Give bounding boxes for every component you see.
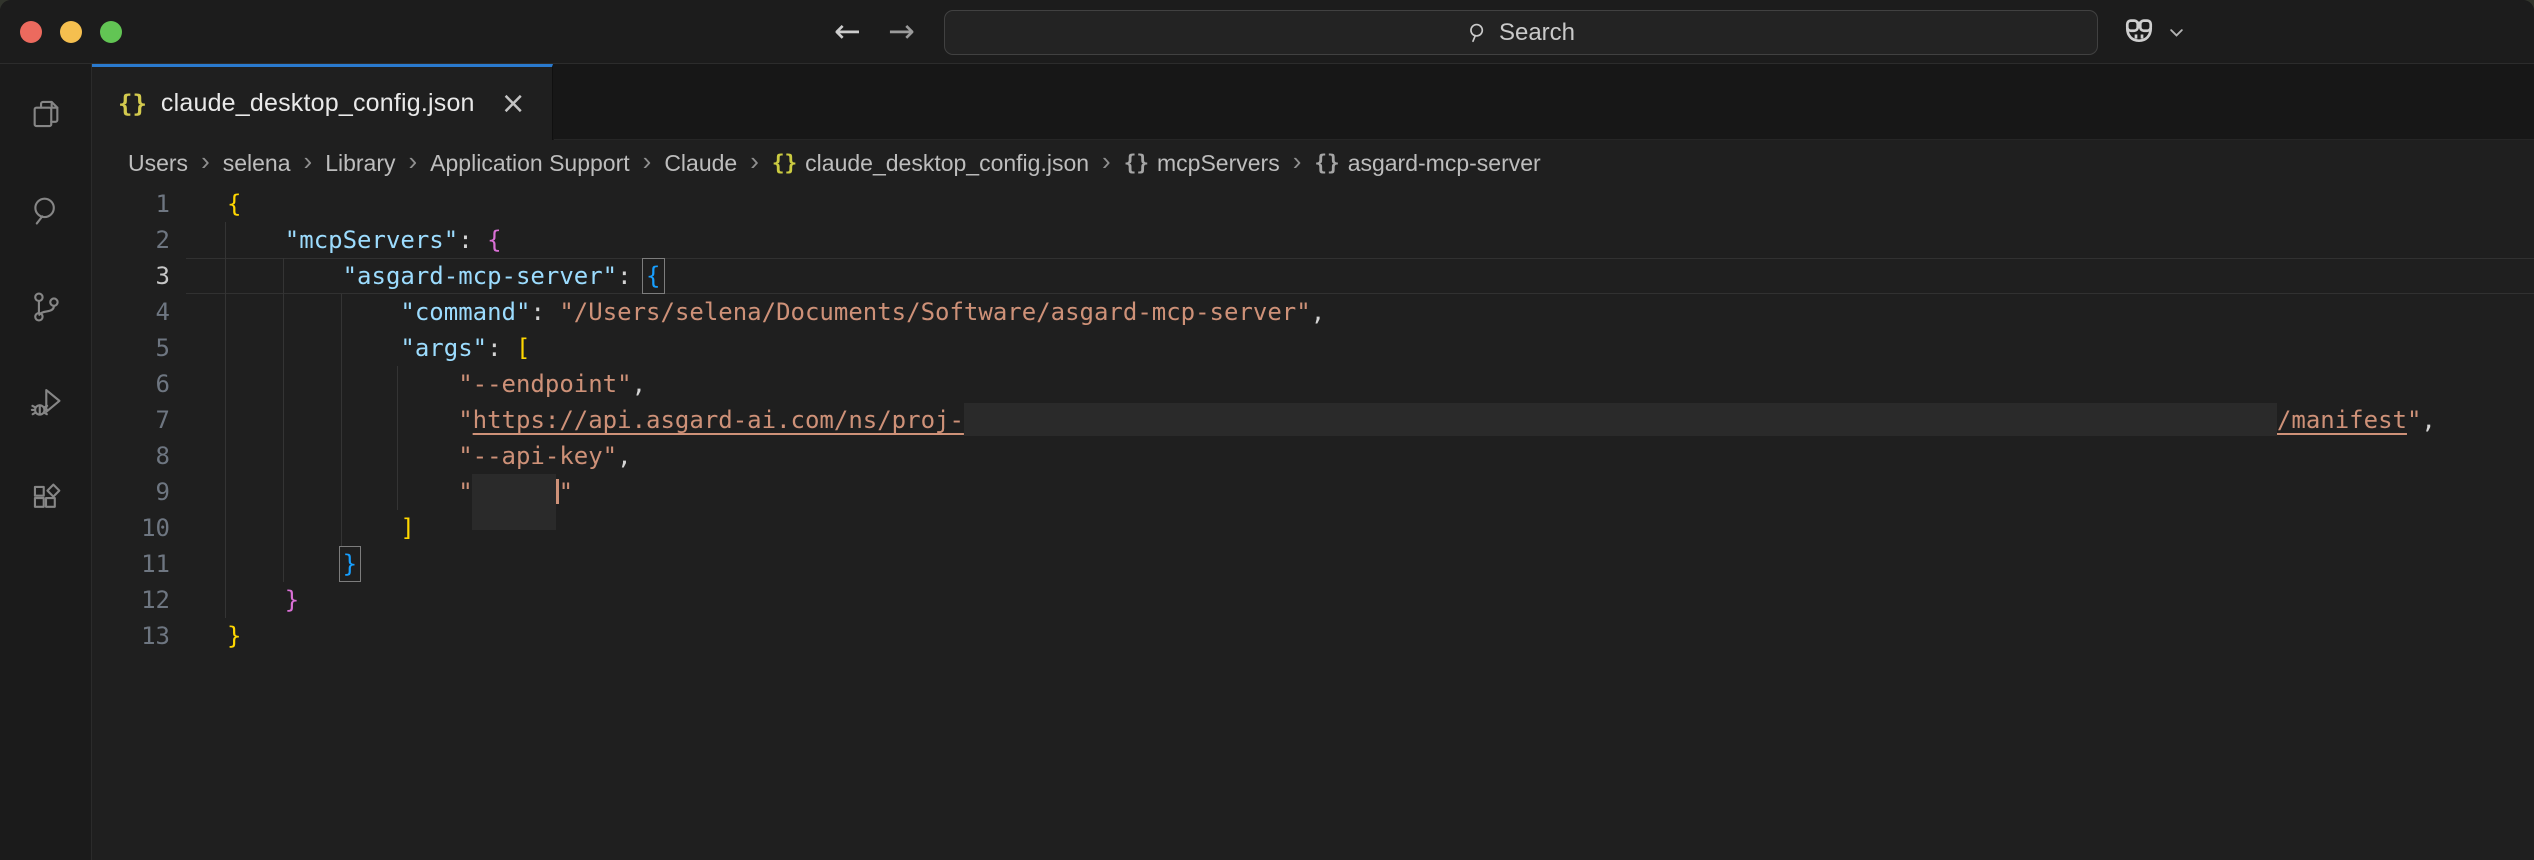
code-editor[interactable]: 1{2 "mcpServers": {3 "asgard-mcp-server"… bbox=[92, 186, 2534, 860]
copilot-icon bbox=[2120, 13, 2158, 51]
code-text: "command": "/Users/selena/Documents/Soft… bbox=[227, 294, 1325, 330]
breadcrumb-label: selena bbox=[223, 150, 291, 177]
code-line[interactable]: 8 "--api-key", bbox=[92, 438, 2534, 474]
braces-icon: {} bbox=[1124, 151, 1149, 175]
breadcrumb-label: Users bbox=[128, 150, 188, 177]
line-number: 1 bbox=[92, 186, 170, 222]
line-number: 8 bbox=[92, 438, 170, 474]
line-number: 11 bbox=[92, 546, 170, 582]
line-number: 2 bbox=[92, 222, 170, 258]
breadcrumb-item[interactable]: Claude bbox=[664, 150, 737, 177]
code-text: ] bbox=[227, 510, 415, 546]
breadcrumb-label: asgard-mcp-server bbox=[1348, 150, 1541, 177]
copilot-menu[interactable] bbox=[2120, 12, 2186, 52]
code-line[interactable]: 6 "--endpoint", bbox=[92, 366, 2534, 402]
breadcrumb-label: Application Support bbox=[430, 150, 629, 177]
code-text: "--api-key", bbox=[227, 438, 632, 474]
titlebar: ← → Search bbox=[0, 0, 2534, 64]
breadcrumb-item[interactable]: selena bbox=[223, 150, 291, 177]
line-number: 6 bbox=[92, 366, 170, 402]
braces-icon: {} bbox=[772, 151, 797, 175]
line-number: 5 bbox=[92, 330, 170, 366]
breadcrumb-label: mcpServers bbox=[1157, 150, 1280, 177]
window-controls bbox=[20, 21, 122, 43]
breadcrumb-separator-icon: › bbox=[201, 148, 210, 178]
breadcrumb-separator-icon: › bbox=[750, 148, 759, 178]
sidebar-item-explorer[interactable] bbox=[0, 66, 92, 162]
code-text: } bbox=[227, 582, 299, 618]
breadcrumb-separator-icon: › bbox=[304, 148, 313, 178]
breadcrumb-label: Claude bbox=[664, 150, 737, 177]
breadcrumb-separator-icon: › bbox=[643, 148, 652, 178]
sidebar-item-source-control[interactable] bbox=[0, 258, 92, 354]
chevron-down-icon bbox=[2167, 23, 2186, 42]
vscode-window: ← → Search bbox=[0, 0, 2534, 860]
code-line[interactable]: 10 ] bbox=[92, 510, 2534, 546]
line-number: 7 bbox=[92, 402, 170, 438]
breadcrumb-item[interactable]: {} claude_desktop_config.json bbox=[772, 150, 1089, 177]
code-text: "--endpoint", bbox=[227, 366, 646, 402]
files-icon bbox=[29, 97, 63, 131]
breadcrumb-item[interactable]: Application Support bbox=[430, 150, 629, 177]
breadcrumb-label: Library bbox=[325, 150, 395, 177]
search-icon bbox=[1467, 22, 1489, 44]
braces-icon: {} bbox=[1314, 151, 1339, 175]
code-text: "asgard-mcp-server": { bbox=[227, 258, 661, 294]
extensions-icon bbox=[29, 481, 63, 515]
activity-bar bbox=[0, 64, 92, 860]
zoom-window-button[interactable] bbox=[100, 21, 122, 43]
command-center-search[interactable]: Search bbox=[944, 10, 2098, 55]
breadcrumb-item[interactable]: Users bbox=[128, 150, 188, 177]
line-number: 12 bbox=[92, 582, 170, 618]
code-text: } bbox=[227, 618, 241, 654]
breadcrumb-separator-icon: › bbox=[1293, 148, 1302, 178]
code-line[interactable]: 11 } bbox=[92, 546, 2534, 582]
tab-bar: {} claude_desktop_config.json × bbox=[92, 64, 2534, 140]
line-number: 13 bbox=[92, 618, 170, 654]
breadcrumb-separator-icon: › bbox=[1102, 148, 1111, 178]
code-text: { bbox=[227, 186, 241, 222]
line-number: 4 bbox=[92, 294, 170, 330]
redaction-box bbox=[964, 403, 2277, 436]
breadcrumb-item[interactable]: {} asgard-mcp-server bbox=[1314, 150, 1540, 177]
close-window-button[interactable] bbox=[20, 21, 42, 43]
sidebar-item-run-and-debug[interactable] bbox=[0, 354, 92, 450]
breadcrumb-item[interactable]: Library bbox=[325, 150, 395, 177]
code-line[interactable]: 5 "args": [ bbox=[92, 330, 2534, 366]
tab-claude-desktop-config[interactable]: {} claude_desktop_config.json × bbox=[92, 64, 553, 140]
code-line[interactable]: 3 "asgard-mcp-server": { bbox=[92, 258, 2534, 294]
breadcrumb-separator-icon: › bbox=[409, 148, 418, 178]
code-text: "mcpServers": { bbox=[227, 222, 502, 258]
code-line[interactable]: 1{ bbox=[92, 186, 2534, 222]
back-arrow-icon[interactable]: ← bbox=[834, 0, 861, 64]
code-line[interactable]: 4 "command": "/Users/selena/Documents/So… bbox=[92, 294, 2534, 330]
line-number: 10 bbox=[92, 510, 170, 546]
code-line[interactable]: 2 "mcpServers": { bbox=[92, 222, 2534, 258]
breadcrumb-item[interactable]: {} mcpServers bbox=[1124, 150, 1280, 177]
tab-close-icon[interactable]: × bbox=[501, 89, 526, 119]
sidebar-item-search[interactable] bbox=[0, 162, 92, 258]
code-line[interactable]: 13} bbox=[92, 618, 2534, 654]
line-number: 9 bbox=[92, 474, 170, 510]
search-placeholder: Search bbox=[1499, 19, 1575, 47]
forward-arrow-icon[interactable]: → bbox=[888, 0, 915, 64]
line-number: 3 bbox=[92, 258, 170, 294]
git-branch-icon bbox=[29, 289, 63, 323]
code-line[interactable]: 9 "" bbox=[92, 474, 2534, 510]
code-text: } bbox=[227, 546, 357, 582]
debug-play-bug-icon bbox=[29, 385, 63, 419]
minimize-window-button[interactable] bbox=[60, 21, 82, 43]
sidebar-item-extensions[interactable] bbox=[0, 450, 92, 546]
editor-pane: {} claude_desktop_config.json × Users › se… bbox=[92, 64, 2534, 860]
code-text: "args": [ bbox=[227, 330, 530, 366]
json-file-icon: {} bbox=[118, 90, 147, 118]
search-magnifier-icon bbox=[29, 193, 63, 227]
tab-label: claude_desktop_config.json bbox=[161, 89, 475, 118]
breadcrumb-label: claude_desktop_config.json bbox=[805, 150, 1089, 177]
redaction-box bbox=[472, 474, 556, 530]
code-line[interactable]: 12 } bbox=[92, 582, 2534, 618]
breadcrumb: Users › selena › Library › Application Support… bbox=[92, 140, 2534, 186]
